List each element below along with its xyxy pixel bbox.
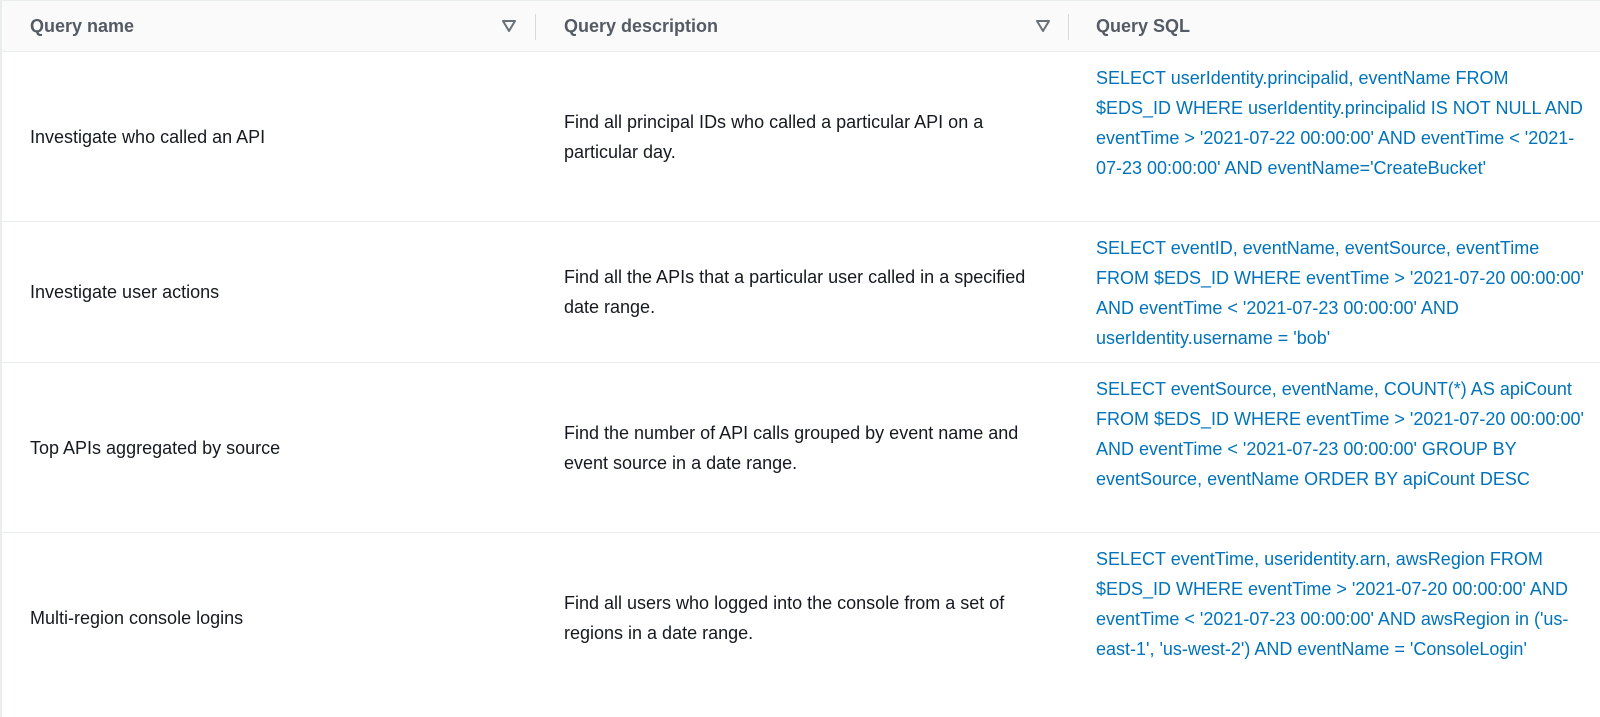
column-divider[interactable] bbox=[1068, 14, 1069, 40]
query-description-cell: Find all users who logged into the conso… bbox=[564, 593, 1005, 643]
query-name-cell: Multi-region console logins bbox=[30, 608, 244, 628]
query-description-cell: Find all principal IDs who called a part… bbox=[564, 112, 984, 162]
query-name-cell: Investigate user actions bbox=[30, 282, 220, 302]
column-header-query-name[interactable]: Query name bbox=[30, 1, 530, 51]
sample-queries-table: Query name Query description Query SQL I… bbox=[0, 0, 1600, 717]
query-name-cell: Top APIs aggregated by source bbox=[30, 438, 281, 458]
column-header-label: Query description bbox=[564, 15, 719, 36]
query-name-cell: Investigate who called an API bbox=[30, 127, 266, 147]
query-description-cell: Find all the APIs that a particular user… bbox=[564, 267, 1026, 317]
column-header-label: Query name bbox=[30, 15, 135, 36]
column-header-query-sql: Query SQL bbox=[1096, 1, 1576, 51]
table-row: Investigate user actions Find all the AP… bbox=[2, 222, 1600, 363]
sort-caret-down-icon[interactable] bbox=[1035, 18, 1051, 34]
sort-caret-down-icon[interactable] bbox=[501, 18, 517, 34]
table-row: Top APIs aggregated by source Find the n… bbox=[2, 363, 1600, 533]
column-divider[interactable] bbox=[535, 14, 536, 40]
column-header-query-description[interactable]: Query description bbox=[564, 1, 1064, 51]
query-sql-link[interactable]: SELECT eventTime, useridentity.arn, awsR… bbox=[1096, 544, 1586, 664]
query-sql-link[interactable]: SELECT eventSource, eventName, COUNT(*) … bbox=[1096, 374, 1586, 494]
table-row: Investigate who called an API Find all p… bbox=[2, 52, 1600, 222]
query-sql-link[interactable]: SELECT userIdentity.principalid, eventNa… bbox=[1096, 63, 1586, 183]
query-sql-link[interactable]: SELECT eventID, eventName, eventSource, … bbox=[1096, 233, 1586, 353]
table-row: Multi-region console logins Find all use… bbox=[2, 533, 1600, 717]
column-header-label: Query SQL bbox=[1096, 15, 1191, 36]
table-header: Query name Query description Query SQL bbox=[2, 0, 1600, 52]
query-description-cell: Find the number of API calls grouped by … bbox=[564, 423, 1019, 473]
